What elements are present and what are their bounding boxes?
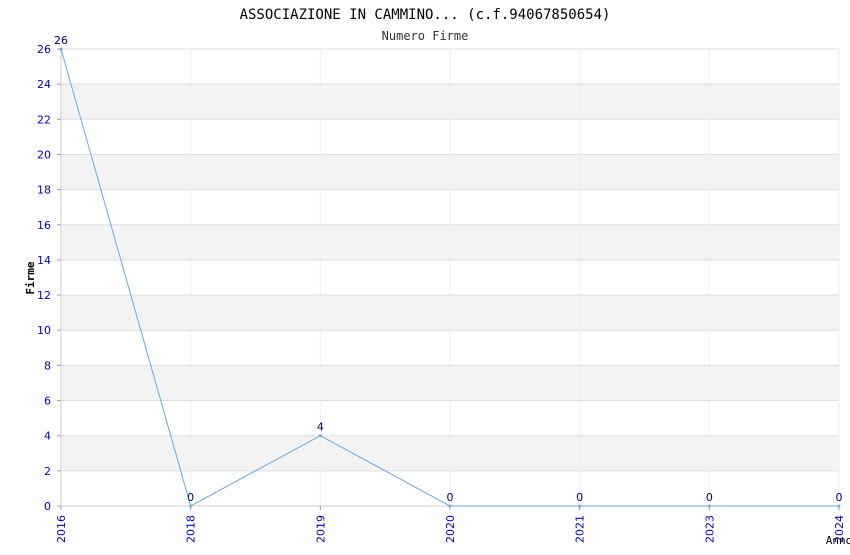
chart-container: 0 2 4 6 8 10 12 14 16 18 20 22 24 26 2016 2018 2019 2020… [0,0,850,550]
x-tick-label: 2023 [703,515,716,543]
y-tick-label: 26 [37,43,51,56]
data-label: 0 [576,491,583,504]
chart-subtitle: Numero Firme [382,29,469,43]
data-point [189,504,193,508]
y-tick-label: 12 [37,289,51,302]
data-point [837,504,841,508]
y-tick-label: 8 [44,359,51,372]
y-tick-label: 10 [37,324,51,337]
x-tick-label: 2018 [185,515,198,543]
x-tick-label: 2020 [444,515,457,543]
x-axis-label: Anno [826,534,850,547]
y-tick-label: 4 [44,430,51,443]
data-label: 0 [836,491,843,504]
y-tick-label: 22 [37,113,51,126]
data-label: 0 [187,491,194,504]
y-tick-label: 2 [44,465,51,478]
y-tick-labels: 02468101214161820222426 [37,43,51,513]
data-point [59,47,63,51]
data-label: 0 [706,491,713,504]
line-chart: 02468101214161820222426 2016 2018 2019 2020… [24,7,850,547]
x-tick-labels: 2016 2018 2019 2020 2021 2023 2024 [55,515,846,543]
y-tick-label: 0 [44,500,51,513]
y-tick-label: 18 [37,184,51,197]
data-label: 0 [447,491,454,504]
y-axis-label: Firme [24,261,37,294]
data-point [448,504,452,508]
x-tick-label: 2016 [55,515,68,543]
x-tick-label: 2019 [314,515,327,543]
y-tick-label: 16 [37,219,51,232]
y-tick-label: 20 [37,148,51,161]
data-point [318,434,322,438]
chart-title: ASSOCIAZIONE IN CAMMINO... (c.f.94067850… [240,7,611,23]
y-tick-label: 24 [37,78,51,91]
y-tick-label: 14 [37,254,51,267]
y-tick-label: 6 [44,395,51,408]
x-tick-label: 2021 [574,515,587,543]
data-label: 4 [317,421,324,434]
data-point [707,504,711,508]
data-point [578,504,582,508]
data-label: 26 [54,34,68,47]
